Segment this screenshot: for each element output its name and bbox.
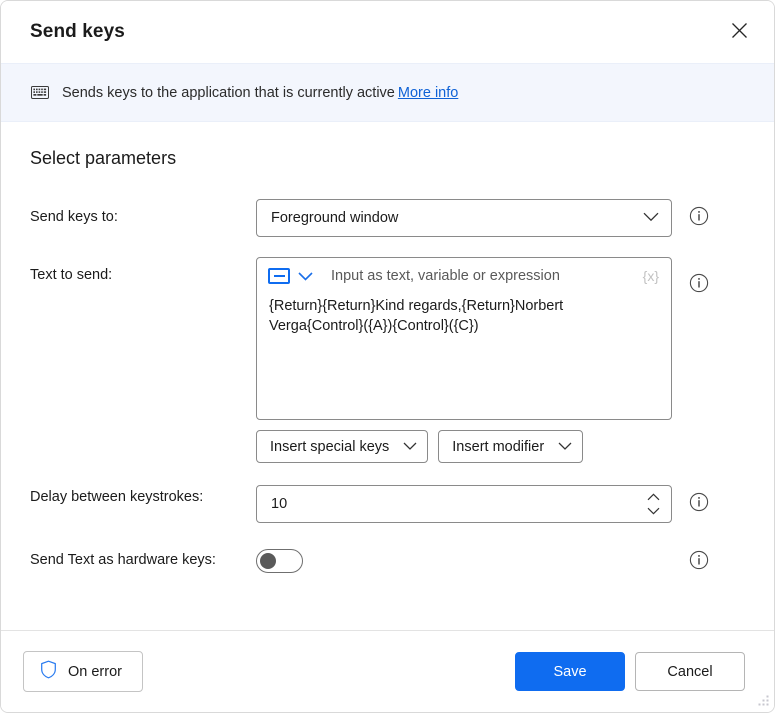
stepper-down-icon[interactable]: [647, 505, 660, 518]
delay-label: Delay between keystrokes:: [30, 489, 204, 505]
info-icon-send-keys-to[interactable]: [689, 206, 709, 226]
info-banner: Sends keys to the application that is cu…: [1, 63, 774, 122]
send-keys-to-select[interactable]: Foreground window: [256, 199, 672, 237]
info-icon-text-to-send[interactable]: [689, 273, 709, 293]
row-text-to-send: Text to send: Input as text, variable or…: [1, 257, 774, 463]
close-icon: [731, 22, 747, 38]
info-icon-delay[interactable]: [689, 492, 709, 512]
hardware-keys-toggle[interactable]: [256, 549, 303, 573]
row-delay: Delay between keystrokes: 10: [1, 485, 774, 523]
text-input-type-icon[interactable]: [268, 268, 290, 284]
chevron-down-icon: [558, 439, 572, 455]
dialog-body: Select parameters Send keys to: Foregrou…: [1, 122, 774, 630]
banner-text: Sends keys to the application that is cu…: [62, 84, 395, 101]
insert-modifier-label: Insert modifier: [452, 438, 545, 455]
row-send-keys-to: Send keys to: Foreground window: [1, 199, 774, 237]
dialog-footer: On error Save Cancel: [1, 630, 774, 712]
row-hardware-keys: Send Text as hardware keys:: [1, 549, 774, 573]
expression-badge[interactable]: {x}: [643, 268, 661, 284]
chevron-down-icon[interactable]: [298, 271, 313, 281]
hardware-keys-label: Send Text as hardware keys:: [30, 552, 216, 568]
stepper-up-icon[interactable]: [647, 491, 660, 504]
dialog-title: Send keys: [30, 21, 125, 42]
text-to-send-editor: Input as text, variable or expression {x…: [256, 257, 672, 420]
save-button[interactable]: Save: [515, 652, 625, 691]
chevron-down-icon: [403, 439, 417, 455]
send-keys-to-value: Foreground window: [271, 210, 399, 226]
toggle-knob: [260, 553, 276, 569]
resize-grip-icon[interactable]: [757, 695, 770, 708]
dialog-titlebar: Send keys: [1, 1, 774, 63]
page-title: Select parameters: [30, 148, 177, 168]
cancel-button[interactable]: Cancel: [635, 652, 745, 691]
insert-special-keys-button[interactable]: Insert special keys: [256, 430, 429, 463]
stepper-arrows: [647, 491, 665, 518]
on-error-button[interactable]: On error: [23, 651, 143, 692]
close-button[interactable]: [716, 9, 762, 51]
insert-special-keys-label: Insert special keys: [270, 438, 390, 455]
delay-input[interactable]: 10: [271, 496, 647, 512]
send-keys-dialog: Send keys Sends keys to the application …: [0, 0, 775, 713]
more-info-link[interactable]: More info: [398, 85, 458, 101]
on-error-label: On error: [68, 663, 122, 680]
insert-modifier-button[interactable]: Insert modifier: [438, 430, 584, 463]
editor-toolbar: Input as text, variable or expression {x…: [257, 258, 671, 294]
footer-actions: Save Cancel: [515, 652, 745, 691]
keyboard-icon: [30, 83, 50, 103]
editor-placeholder: Input as text, variable or expression: [331, 268, 560, 284]
text-to-send-input[interactable]: {Return}{Return}Kind regards,{Return}Nor…: [257, 294, 671, 419]
text-to-send-label: Text to send:: [30, 267, 113, 283]
info-icon-hardware-keys[interactable]: [689, 550, 709, 570]
delay-stepper[interactable]: 10: [256, 485, 672, 523]
send-keys-to-label: Send keys to:: [30, 209, 118, 225]
insert-buttons: Insert special keys Insert modifier: [256, 430, 672, 463]
chevron-down-icon: [643, 210, 659, 226]
shield-icon: [40, 660, 57, 683]
